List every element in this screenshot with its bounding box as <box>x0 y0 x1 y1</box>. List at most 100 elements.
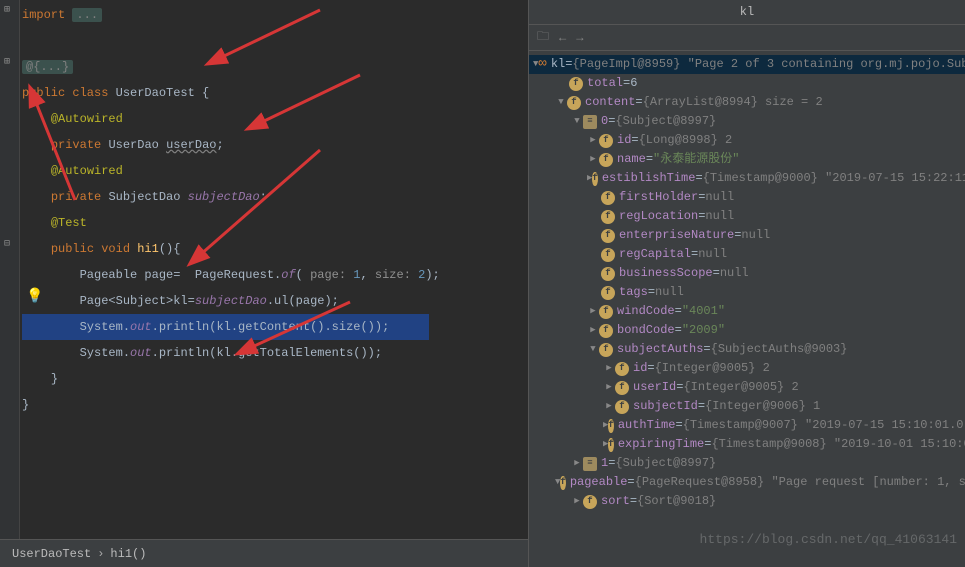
breadcrumb[interactable]: UserDaoTest › hi1() <box>0 539 528 567</box>
field-name: userId <box>633 378 676 397</box>
watermark: https://blog.csdn.net/qq_41063141 <box>700 530 957 549</box>
import-kw: import <box>22 8 65 22</box>
tree-row[interactable]: ffirstHolder = null <box>529 188 965 207</box>
kl-ref: kl <box>216 346 230 360</box>
tree-row[interactable]: ▼≡0 = {Subject@8997} <box>529 112 965 131</box>
field-name: firstHolder <box>619 188 698 207</box>
field-icon: f <box>592 172 597 186</box>
field-icon: f <box>599 134 613 148</box>
println: .println( <box>152 320 217 334</box>
intention-bulb-icon[interactable]: 💡 <box>26 288 43 305</box>
tree-row[interactable]: ▶≡1 = {Subject@8997} <box>529 454 965 473</box>
field-name: total <box>587 74 623 93</box>
page-var: page <box>144 268 173 282</box>
expand-icon[interactable]: ▶ <box>587 131 599 150</box>
tree-row[interactable]: ▶fsubjectId = {Integer@9006} 1 <box>529 397 965 416</box>
size-param-hint: size: <box>375 268 418 282</box>
tree-row[interactable]: ▶fauthTime = {Timestamp@9007} "2019-07-1… <box>529 416 965 435</box>
private-kw: private <box>51 190 101 204</box>
field-icon: f <box>599 324 613 338</box>
field-value: {Subject@8997} <box>615 454 716 473</box>
subjectdao-field: subjectDao <box>188 190 260 204</box>
field-value: {Integer@9005} 2 <box>655 359 770 378</box>
anno-fold[interactable]: @{...} <box>22 60 73 74</box>
tree-row[interactable]: ▶fsort = {Sort@9018} <box>529 492 965 511</box>
field-value: {ArrayList@8994} size = 2 <box>643 93 823 112</box>
tree-row[interactable]: ▶fuserId = {Integer@9005} 2 <box>529 378 965 397</box>
field-icon: f <box>615 381 629 395</box>
paren: (){ <box>159 242 181 256</box>
expand-icon[interactable]: ▼ <box>571 112 583 131</box>
kl-ref: kl <box>216 320 230 334</box>
field-value: {PageRequest@8958} "Page request [number… <box>635 473 965 492</box>
autowired-anno: @Autowired <box>51 164 123 178</box>
tree-row[interactable]: ▶fid = {Integer@9005} 2 <box>529 359 965 378</box>
field-name: tags <box>619 283 648 302</box>
tree-row[interactable]: fenterpriseNature = null <box>529 226 965 245</box>
field-value: {Long@8998} 2 <box>639 131 733 150</box>
gutter <box>0 0 20 539</box>
getcontent-call: .getContent().size()); <box>231 320 389 334</box>
expand-icon[interactable]: ▶ <box>603 359 615 378</box>
expand-icon[interactable]: ▶ <box>603 378 615 397</box>
arrow-right-icon[interactable]: → <box>576 31 583 45</box>
expand-icon[interactable]: ▶ <box>587 302 599 321</box>
expand-icon[interactable]: ▶ <box>571 454 583 473</box>
arrow-left-icon[interactable]: ← <box>559 31 566 45</box>
expand-icon[interactable]: ▼ <box>555 93 567 112</box>
field-name: regCapital <box>619 245 691 264</box>
expand-icon[interactable]: ▶ <box>587 321 599 340</box>
fold-icon[interactable]: ⊞ <box>4 4 10 16</box>
field-icon: f <box>601 191 615 205</box>
field-name: bondCode <box>617 321 675 340</box>
field-name: enterpriseNature <box>619 226 734 245</box>
field-icon: f <box>608 438 613 452</box>
field-icon: f <box>608 419 613 433</box>
tree-row[interactable]: fregCapital = null <box>529 245 965 264</box>
userdao-field: userDao <box>166 138 216 152</box>
import-fold[interactable]: ... <box>72 8 102 22</box>
breadcrumb-class[interactable]: UserDaoTest <box>12 547 91 561</box>
tree-row[interactable]: fregLocation = null <box>529 207 965 226</box>
var-value: {PageImpl@8959} "Page 2 of 3 containing … <box>572 55 965 74</box>
expand-icon[interactable]: ▼ <box>587 340 599 359</box>
tree-root-row[interactable]: ▼∞kl = {PageImpl@8959} "Page 2 of 3 cont… <box>529 55 965 74</box>
eq: = <box>173 268 195 282</box>
out-field: out <box>130 320 152 334</box>
folder-icon[interactable]: 🗀 <box>537 27 549 48</box>
page-param-hint: page: <box>303 268 353 282</box>
expand-icon[interactable]: ▶ <box>571 492 583 511</box>
field-name: subjectId <box>633 397 698 416</box>
ul-call: .ul(page); <box>267 294 339 308</box>
tree-row[interactable]: ▶fbondCode = "2009" <box>529 321 965 340</box>
tree-row[interactable]: ▶festiblishTime = {Timestamp@9000} "2019… <box>529 169 965 188</box>
field-name: regLocation <box>619 207 698 226</box>
class-name: UserDaoTest <box>116 86 195 100</box>
expand-icon[interactable]: ▶ <box>603 397 615 416</box>
tree-row[interactable]: ▶fexpiringTime = {Timestamp@9008} "2019-… <box>529 435 965 454</box>
field-value: "4001" <box>682 302 725 321</box>
tree-row[interactable]: ▼fsubjectAuths = {SubjectAuths@9003} <box>529 340 965 359</box>
code-editor[interactable]: ⊞ ⊞ ⊟ 💡 import ... @{...} public class U… <box>0 0 528 539</box>
field-icon: f <box>601 248 615 262</box>
tree-row[interactable]: ▼fcontent = {ArrayList@8994} size = 2 <box>529 93 965 112</box>
class-decl-kw: public class <box>22 86 108 100</box>
tree-row[interactable]: ▼fpageable = {PageRequest@8958} "Page re… <box>529 473 965 492</box>
tree-row[interactable]: ▶fwindCode = "4001" <box>529 302 965 321</box>
tree-row[interactable]: fbusinessScope = null <box>529 264 965 283</box>
tree-row[interactable]: ▶fname = "永泰能源股份" <box>529 150 965 169</box>
field-value: {SubjectAuths@9003} <box>711 340 848 359</box>
field-value: "2009" <box>682 321 725 340</box>
out-field: out <box>130 346 152 360</box>
breadcrumb-method[interactable]: hi1() <box>110 547 146 561</box>
fold-icon[interactable]: ⊟ <box>4 238 10 250</box>
tree-row[interactable]: ▶fid = {Long@8998} 2 <box>529 131 965 150</box>
field-name: content <box>585 93 635 112</box>
tree-row[interactable]: ftotal = 6 <box>529 74 965 93</box>
field-value: null <box>741 226 770 245</box>
expand-icon[interactable]: ▶ <box>587 150 599 169</box>
tree-row[interactable]: ftags = null <box>529 283 965 302</box>
fold-icon[interactable]: ⊞ <box>4 56 10 68</box>
debug-variables-tree[interactable]: ▼∞kl = {PageImpl@8959} "Page 2 of 3 cont… <box>529 51 965 567</box>
field-value: null <box>655 283 684 302</box>
